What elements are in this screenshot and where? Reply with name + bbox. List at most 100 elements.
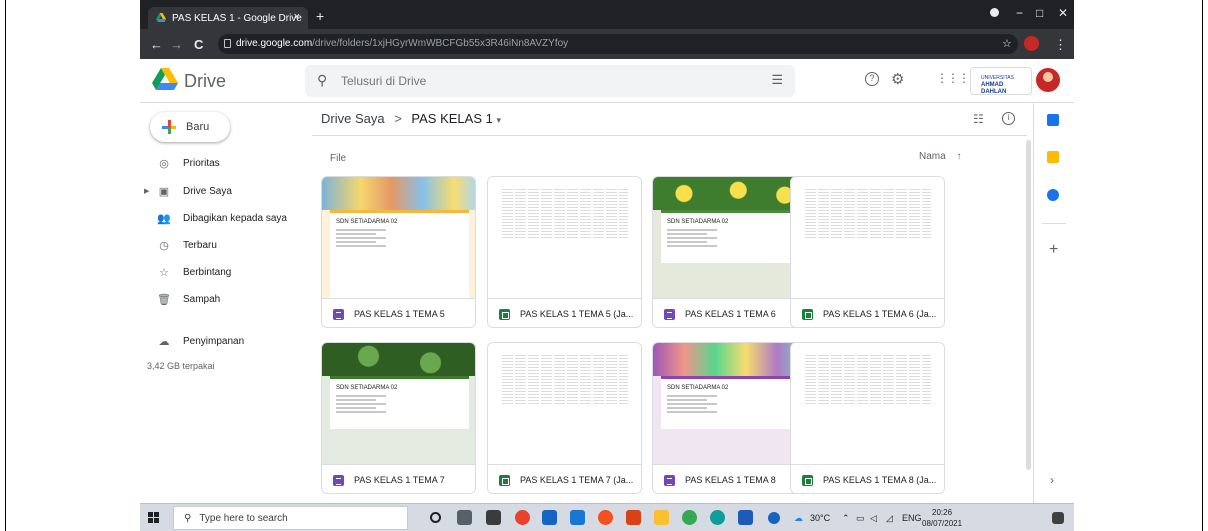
file-card[interactable]: SDN SETIADARMA 02 PAS KELAS 1 TEMA 6 xyxy=(652,176,807,328)
chevron-down-icon[interactable]: ▾ xyxy=(496,115,501,125)
profile-dot-icon[interactable] xyxy=(990,8,999,17)
sidebar-item-drive-saya[interactable]: ▶ ▣ Drive Saya xyxy=(140,179,300,203)
volume-icon[interactable]: ◁ xyxy=(870,513,877,524)
sidebar-item-terbaru[interactable]: ◷ Terbaru xyxy=(140,233,300,257)
browser-tab[interactable]: PAS KELAS 1 - Google Drive × xyxy=(148,7,308,29)
minimize-button[interactable]: − xyxy=(1016,6,1023,20)
sidebar-item-prioritas[interactable]: ◎ Prioritas xyxy=(140,151,300,175)
taskbar-search[interactable]: ⚲ Type here to search xyxy=(173,506,408,530)
clock-icon: ◷ xyxy=(159,239,169,252)
form-preview-line xyxy=(667,245,717,247)
language[interactable]: ENG xyxy=(902,513,922,523)
search-options-icon[interactable]: ☰ xyxy=(771,72,783,88)
sort-arrow-up-icon[interactable]: ↑ xyxy=(956,151,961,162)
main-scrollbar[interactable] xyxy=(1026,140,1031,470)
file-card-footer[interactable]: PAS KELAS 1 TEMA 8 xyxy=(653,464,806,493)
file-card-footer[interactable]: PAS KELAS 1 TEMA 5 (Ja... xyxy=(488,298,641,327)
new-button[interactable]: Baru xyxy=(150,112,230,142)
reload-icon[interactable]: C xyxy=(194,37,203,52)
drive-logo-icon xyxy=(152,68,178,90)
battery-icon[interactable]: ▭ xyxy=(856,513,865,524)
file-card[interactable]: PAS KELAS 1 TEMA 5 (Ja... xyxy=(487,176,642,328)
chevron-right-icon[interactable]: › xyxy=(1050,473,1054,487)
file-card-footer[interactable]: PAS KELAS 1 TEMA 5 xyxy=(322,298,475,327)
file-card[interactable]: SDN SETIADARMA 02 PAS KELAS 1 TEMA 7 xyxy=(321,342,476,494)
profile-avatar-icon[interactable] xyxy=(1024,36,1039,51)
weather-icon[interactable]: ☁ xyxy=(794,513,803,524)
help-icon[interactable]: ? xyxy=(865,72,879,86)
bookmark-star-icon[interactable]: ☆ xyxy=(1002,37,1012,50)
mail-icon[interactable] xyxy=(542,510,557,525)
temperature[interactable]: 30°C xyxy=(810,513,830,523)
file-thumbnail: SDN SETIADARMA 02 xyxy=(322,177,475,298)
file-card-footer[interactable]: PAS KELAS 1 TEMA 6 xyxy=(653,298,806,327)
list-view-icon[interactable]: ☷ xyxy=(973,112,984,126)
file-explorer-icon[interactable] xyxy=(654,510,669,525)
file-card[interactable]: PAS KELAS 1 TEMA 7 (Ja... xyxy=(487,342,642,494)
google-sheets-icon xyxy=(499,308,510,320)
firefox-icon[interactable] xyxy=(598,510,613,525)
sidebar-item-berbintang[interactable]: ☆ Berbintang xyxy=(140,260,300,284)
sidebar-item-dibagikan[interactable]: 👥 Dibagikan kepada saya xyxy=(140,206,300,230)
header-divider xyxy=(312,135,1027,136)
app-icon-1[interactable] xyxy=(515,510,530,525)
add-addon-icon[interactable]: + xyxy=(1049,241,1058,259)
windows-start-icon[interactable] xyxy=(148,512,160,524)
file-card-footer[interactable]: PAS KELAS 1 TEMA 6 (Ja... xyxy=(791,298,944,327)
sidebar-item-sampah[interactable]: 🗑 Sampah xyxy=(140,287,300,311)
url-bar[interactable]: drive.google.com/drive/folders/1xjHGyrWm… xyxy=(218,34,1018,54)
network-icon[interactable]: ◿ xyxy=(886,513,893,524)
help-tray-icon[interactable] xyxy=(768,512,780,524)
search-box[interactable]: ⚲ ☰ xyxy=(305,65,795,97)
dropbox-icon[interactable] xyxy=(570,510,585,525)
word-icon[interactable] xyxy=(738,510,753,525)
taskbar-clock[interactable]: 20:26 08/07/2021 xyxy=(922,507,962,529)
keep-icon[interactable] xyxy=(1047,151,1059,163)
tray-chevron-icon[interactable]: ⌃ xyxy=(842,513,850,524)
form-preview-line xyxy=(336,245,386,247)
breadcrumb: Drive Saya > PAS KELAS 1 ▾ xyxy=(321,111,501,126)
tab-close-icon[interactable]: × xyxy=(294,11,300,23)
new-tab-button[interactable]: + xyxy=(316,8,324,24)
chrome-icon[interactable] xyxy=(682,510,697,525)
calendar-icon[interactable] xyxy=(1047,114,1059,126)
notification-icon[interactable] xyxy=(1052,512,1064,524)
browser-menu-icon[interactable]: ⋮ xyxy=(1054,37,1067,53)
google-sheets-icon xyxy=(802,474,813,486)
sidebar-item-penyimpanan[interactable]: ☁ Penyimpanan xyxy=(140,329,300,353)
settings-gear-icon[interactable]: ⚙ xyxy=(891,70,904,88)
breadcrumb-root[interactable]: Drive Saya xyxy=(321,111,385,126)
task-view-icon[interactable] xyxy=(457,510,472,525)
file-card[interactable]: PAS KELAS 1 TEMA 6 (Ja... xyxy=(790,176,945,328)
sheet-preview-columns xyxy=(805,355,931,405)
right-border xyxy=(1202,0,1203,531)
file-card[interactable]: SDN SETIADARMA 02 PAS KELAS 1 TEMA 5 xyxy=(321,176,476,328)
account-avatar[interactable] xyxy=(1036,68,1060,92)
sort-control[interactable]: Nama ↑ xyxy=(919,151,961,162)
google-sheets-icon xyxy=(802,308,813,320)
forward-arrow-icon[interactable]: → xyxy=(170,37,183,52)
file-name: PAS KELAS 1 TEMA 6 (Ja... xyxy=(823,309,937,319)
back-arrow-icon[interactable]: ← xyxy=(150,37,163,52)
breadcrumb-current[interactable]: PAS KELAS 1 xyxy=(411,111,492,126)
expand-caret-icon[interactable]: ▶ xyxy=(144,187,149,195)
file-name: PAS KELAS 1 TEMA 7 xyxy=(354,475,445,485)
search-input[interactable] xyxy=(341,72,721,90)
info-icon[interactable]: i xyxy=(1002,112,1015,125)
close-window-button[interactable]: ✕ xyxy=(1058,6,1068,20)
file-card[interactable]: PAS KELAS 1 TEMA 8 (Ja... xyxy=(790,342,945,494)
tasks-icon[interactable] xyxy=(1047,189,1059,201)
file-card-footer[interactable]: PAS KELAS 1 TEMA 7 (Ja... xyxy=(488,464,641,493)
edge-icon[interactable] xyxy=(710,510,725,525)
file-card-footer[interactable]: PAS KELAS 1 TEMA 8 (Ja... xyxy=(791,464,944,493)
file-card[interactable]: SDN SETIADARMA 02 PAS KELAS 1 TEMA 8 xyxy=(652,342,807,494)
store-icon[interactable] xyxy=(486,510,501,525)
powerpoint-icon[interactable] xyxy=(626,510,641,525)
maximize-button[interactable]: □ xyxy=(1036,6,1043,20)
cortana-icon[interactable] xyxy=(430,512,441,523)
search-icon[interactable]: ⚲ xyxy=(317,72,327,89)
apps-grid-icon[interactable]: ⋮⋮⋮ xyxy=(936,71,970,85)
file-card-footer[interactable]: PAS KELAS 1 TEMA 7 xyxy=(322,464,475,493)
left-border xyxy=(5,0,6,531)
form-preview-line xyxy=(336,399,376,401)
